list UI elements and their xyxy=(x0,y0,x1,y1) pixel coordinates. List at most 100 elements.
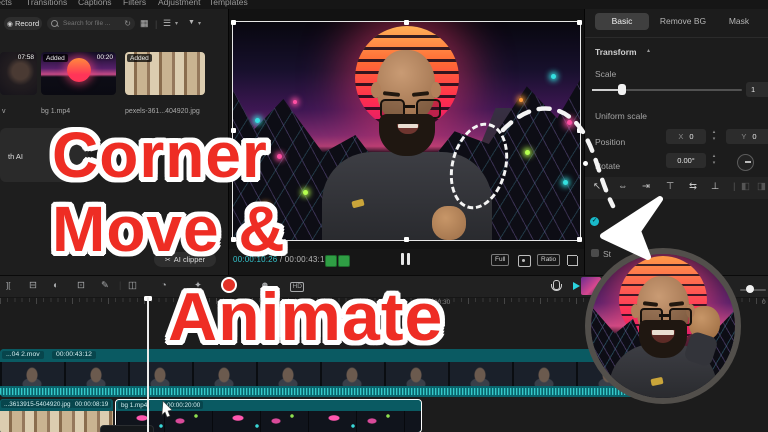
draw-icon[interactable]: ✎ xyxy=(101,280,109,291)
delete-icon[interactable]: ⊟ xyxy=(29,280,37,291)
position-y-field[interactable]: Y0 xyxy=(726,129,768,144)
transform-handle[interactable] xyxy=(577,128,582,133)
x-value: 0 xyxy=(689,132,693,141)
glow-dot xyxy=(293,100,297,104)
speed-icon[interactable]: ◔ xyxy=(161,280,167,291)
collapse-icon[interactable]: ▴ xyxy=(647,47,650,54)
glow-dot xyxy=(277,154,282,159)
clip-header: ...3613915-5404920.jpg 00:00:08:19 xyxy=(0,399,113,411)
menu-item-adjustment[interactable]: Adjustment xyxy=(158,0,201,7)
snapshot-icon[interactable] xyxy=(518,255,531,267)
glow-dot xyxy=(551,74,556,79)
position-x-field[interactable]: X0 xyxy=(666,129,706,144)
rotate-value-field[interactable]: 0.00° xyxy=(666,153,706,168)
tab-remove-bg[interactable]: Remove BG xyxy=(653,13,713,30)
green-indicator[interactable] xyxy=(325,255,337,267)
clip-name: bg 1.mp4 xyxy=(118,401,150,409)
ai-card-label: th AI xyxy=(8,152,23,161)
menu-item-effects[interactable]: Effects xyxy=(0,0,12,7)
stepper-down-icon[interactable]: ▾ xyxy=(709,160,719,167)
search-input[interactable] xyxy=(61,19,121,28)
glow-dot xyxy=(519,98,523,102)
rotate-stepper[interactable]: ▴ ▾ xyxy=(709,153,719,168)
pause-button[interactable] xyxy=(407,253,410,265)
x-stepper[interactable]: ▴ ▾ xyxy=(709,129,719,144)
clip-filmstrip xyxy=(0,362,646,386)
glow-dot xyxy=(303,190,308,195)
mirror-icon[interactable]: ◫ xyxy=(128,280,137,291)
divider: | xyxy=(155,19,157,29)
pause-button[interactable] xyxy=(401,253,404,265)
menu-item-filters[interactable]: Filters xyxy=(123,0,146,7)
clip-name: ...04 2.mov xyxy=(2,351,44,359)
media-filename: bg 1.mp4 xyxy=(41,108,70,115)
menu-item-templates[interactable]: Templates xyxy=(209,0,248,7)
clip-waveform xyxy=(0,386,646,397)
align-select-icon[interactable]: ↖ xyxy=(593,181,601,192)
timeline-clip-image[interactable]: ...3613915-5404920.jpg 00:00:08:19 xyxy=(0,399,113,432)
align-center-h-icon[interactable]: ⇔ xyxy=(618,181,628,192)
tab-basic[interactable]: Basic xyxy=(595,13,649,30)
rotate-dial[interactable] xyxy=(737,154,754,171)
avatar-teeth xyxy=(652,330,674,335)
tab-mask[interactable]: Mask xyxy=(717,13,761,30)
glow-dot xyxy=(563,180,568,185)
transform-handle[interactable] xyxy=(231,20,236,25)
mask-icon[interactable]: ◐ xyxy=(53,280,59,291)
align-top-icon[interactable]: ⊤ xyxy=(666,181,674,192)
align-bottom-icon[interactable]: ⊥ xyxy=(711,181,719,192)
stepper-down-icon[interactable]: ▾ xyxy=(709,136,719,143)
distribute-h-icon[interactable]: ⇆ xyxy=(689,181,697,192)
media-item-pexels-image[interactable]: Added xyxy=(125,52,205,95)
record-label: Record xyxy=(15,19,39,28)
avatar-ear xyxy=(631,304,640,318)
filter-icon[interactable]: ▼ xyxy=(188,19,195,26)
timeline-zoom-knob[interactable] xyxy=(746,285,754,293)
presenter-teeth xyxy=(398,124,418,128)
scale-slider-knob[interactable] xyxy=(618,84,626,95)
crop-icon[interactable]: ⊡ xyxy=(77,280,85,291)
search-box[interactable]: ↻ xyxy=(47,17,135,30)
media-filename: pexels-361...404920.jpg xyxy=(125,108,200,115)
stabilize-checkbox[interactable] xyxy=(591,249,599,257)
record-icon: ◉ xyxy=(7,20,13,28)
menu-item-transitions[interactable]: Transitions xyxy=(26,0,67,7)
media-item-bg-video[interactable]: Added 00:20 xyxy=(41,52,116,95)
facecam-avatar xyxy=(585,248,741,404)
media-filename: v xyxy=(2,108,6,115)
feature-toggle-on[interactable]: ✓ xyxy=(590,217,599,226)
sort-icon[interactable]: ☰ xyxy=(163,18,171,29)
transform-handle[interactable] xyxy=(577,20,582,25)
transform-handle[interactable] xyxy=(577,237,582,242)
menu-item-captions[interactable]: Captions xyxy=(78,0,112,7)
uniform-scale-label: Uniform scale xyxy=(595,111,647,121)
timeline-clip-bg-video-selected[interactable]: bg 1.mp4 00:00:20:00 xyxy=(115,399,422,432)
full-button[interactable]: Full xyxy=(491,254,509,266)
layer-front-icon[interactable]: ◧ xyxy=(741,181,750,192)
split-icon[interactable]: ][ xyxy=(6,281,10,290)
scale-value[interactable]: 1 xyxy=(746,82,768,97)
divider xyxy=(585,37,768,38)
fullscreen-icon[interactable] xyxy=(567,255,578,266)
media-item-clip[interactable]: 07:58 xyxy=(0,52,37,95)
clip-name: ...3613915-5404920.jpg xyxy=(1,400,73,408)
playhead[interactable] xyxy=(147,297,149,432)
microphone-icon[interactable] xyxy=(553,280,560,290)
align-right-icon[interactable]: ⇥ xyxy=(642,181,650,192)
transform-handle[interactable] xyxy=(404,237,409,242)
chevron-down-icon: ▾ xyxy=(175,20,178,27)
layer-back-icon[interactable]: ◨ xyxy=(757,181,766,192)
presenter-ear xyxy=(371,82,381,98)
clip-duration: 00:00:20:00 xyxy=(164,401,203,409)
timeline-clip-partial[interactable] xyxy=(100,425,154,432)
ratio-button[interactable]: Ratio xyxy=(537,254,560,266)
timeline-clip-main-video[interactable]: ...04 2.mov 00:00:43:12 xyxy=(0,349,646,397)
keyframe-dot[interactable] xyxy=(583,161,588,166)
green-indicator[interactable] xyxy=(338,255,350,267)
stepper-up-icon[interactable]: ▴ xyxy=(709,129,719,136)
stepper-up-icon[interactable]: ▴ xyxy=(709,153,719,160)
record-button[interactable]: ◉ Record xyxy=(4,17,42,30)
transform-handle[interactable] xyxy=(404,20,409,25)
refresh-icon[interactable]: ↻ xyxy=(124,19,131,28)
grid-view-icon[interactable]: ▦ xyxy=(140,18,149,29)
